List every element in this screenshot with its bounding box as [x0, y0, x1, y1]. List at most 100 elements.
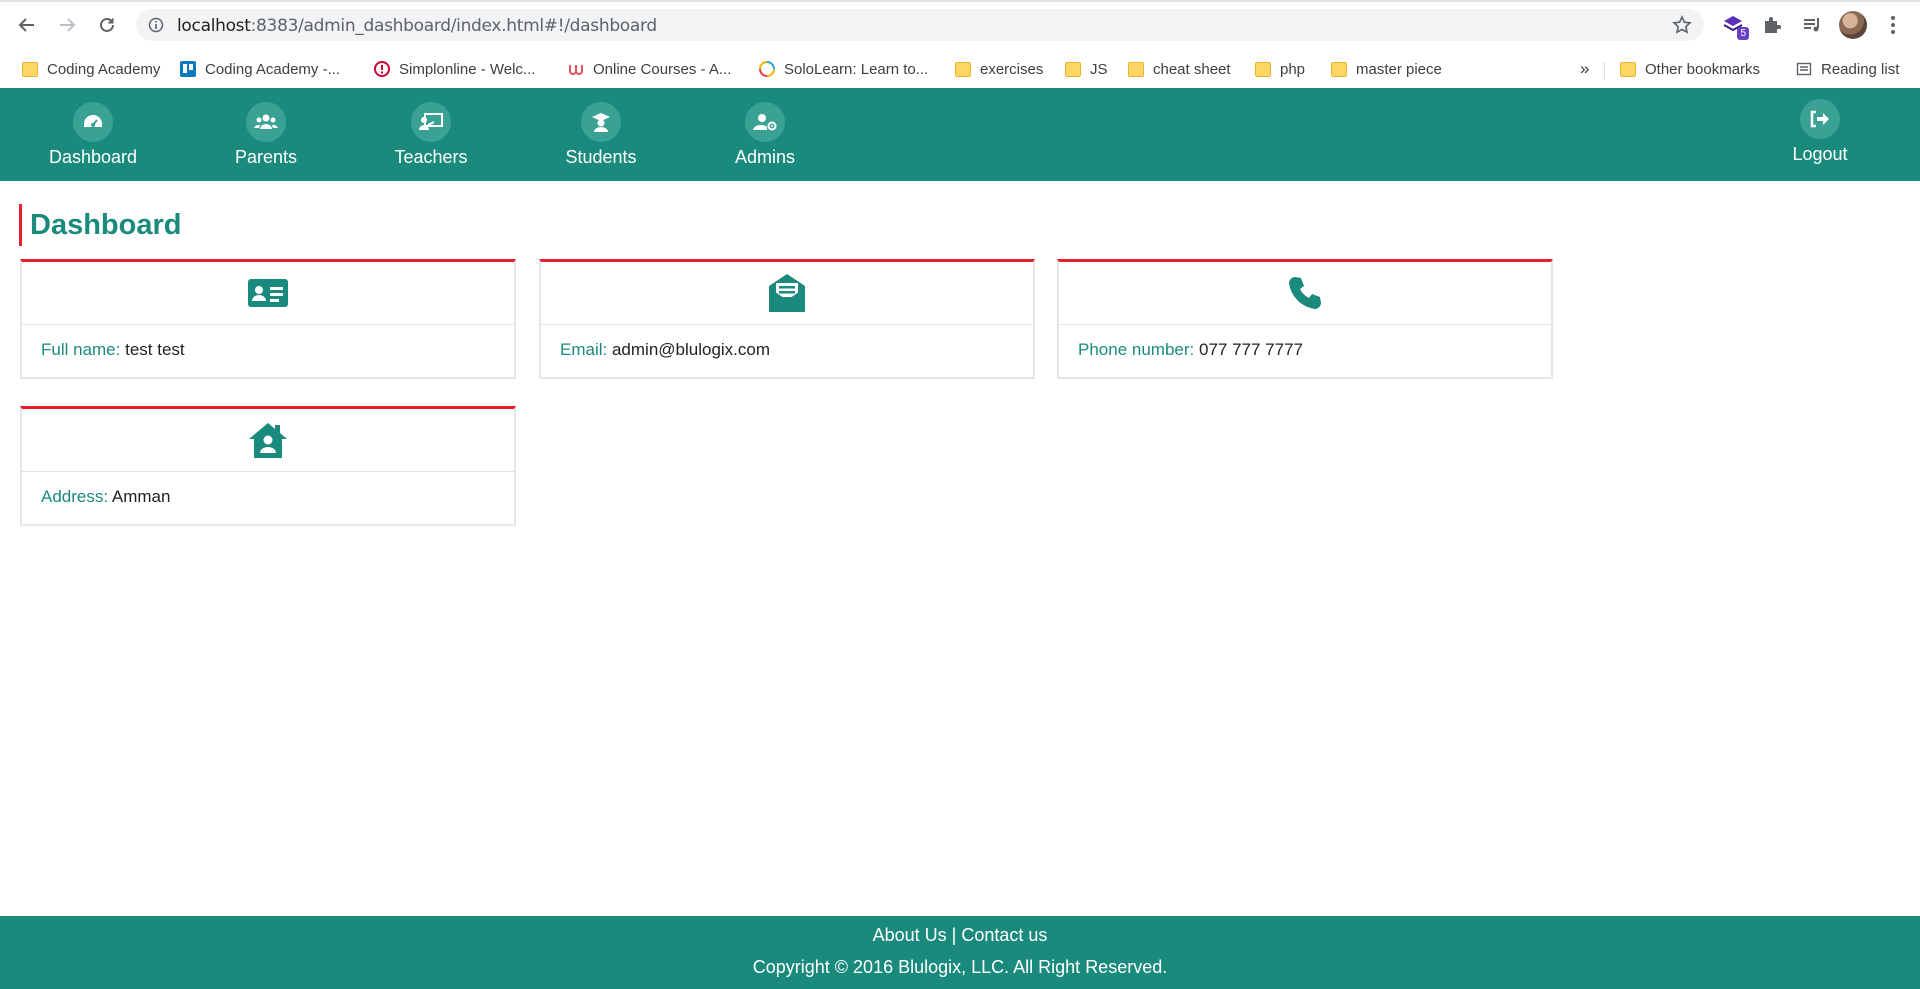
about-us-link[interactable]: About Us: [873, 925, 947, 945]
info-card-full-name: Full name: test test: [20, 259, 516, 379]
bookmark-other-bookmarks[interactable]: Other bookmarks: [1620, 58, 1760, 80]
bookmarks-overflow-button[interactable]: »: [1580, 58, 1589, 80]
bookmark-coding-academy[interactable]: Coding Academy: [22, 58, 160, 80]
bookmark-label: SoloLearn: Learn to...: [784, 60, 929, 78]
card-value: 077 777 7777: [1198, 340, 1303, 359]
page-footer: About Us | Contact us Copyright © 2016 B…: [0, 916, 1920, 989]
folder-icon: [955, 61, 971, 77]
gauge-icon: [84, 115, 102, 127]
house-user-icon: [249, 423, 287, 458]
app-navbar: Dashboard Parents Teachers Students Admi…: [0, 88, 1920, 181]
id-card-icon: [248, 279, 288, 307]
bookmark-online-courses[interactable]: Online Courses - A...: [568, 58, 731, 80]
info-card-phone: Phone number: 077 777 7777: [1057, 259, 1553, 379]
url-host: localhost: [177, 16, 251, 36]
bookmark-label: cheat sheet: [1153, 60, 1231, 78]
nav-item-students[interactable]: Students: [562, 102, 640, 168]
bookmark-label: JS: [1090, 60, 1108, 78]
nav-item-admins[interactable]: Admins: [732, 102, 798, 168]
profile-avatar[interactable]: [1839, 11, 1867, 39]
card-icon-area: [1059, 262, 1551, 325]
url-text[interactable]: localhost:8383/admin_dashboard/index.htm…: [177, 16, 657, 36]
sign-out-icon: [1810, 110, 1829, 128]
bookmark-cheat-sheet[interactable]: cheat sheet: [1128, 58, 1231, 80]
site-info-icon[interactable]: [148, 17, 164, 38]
nav-label: Teachers: [394, 147, 468, 167]
bookmark-label: Reading list: [1821, 60, 1900, 78]
contact-us-link[interactable]: Contact us: [961, 925, 1047, 945]
extension-button[interactable]: 5: [1720, 12, 1749, 40]
puzzle-icon: [1765, 17, 1781, 33]
bookmark-label: Coding Academy -...: [205, 60, 341, 78]
user-cog-icon: [753, 114, 777, 131]
kebab-menu-icon: [1891, 16, 1895, 34]
address-bar[interactable]: localhost:8383/admin_dashboard/index.htm…: [136, 9, 1704, 41]
trello-icon: [180, 61, 196, 77]
footer-separator: |: [951, 925, 957, 945]
bookmark-label: Online Courses - A...: [593, 60, 732, 78]
page-title: Dashboard: [19, 204, 181, 246]
reading-list-icon: [1796, 62, 1812, 76]
extension-badge: 5: [1737, 27, 1749, 40]
card-icon-area: [541, 262, 1033, 325]
sololearn-icon: [759, 61, 775, 77]
nav-item-dashboard[interactable]: Dashboard: [49, 102, 137, 168]
bookmark-master-piece[interactable]: master piece: [1331, 58, 1442, 80]
card-body: Email: admin@blulogix.com: [541, 325, 1033, 375]
card-key: Phone number:: [1078, 340, 1195, 359]
card-key: Email:: [560, 340, 608, 359]
bookmark-exercises[interactable]: exercises: [955, 58, 1043, 80]
info-card-address: Address: Amman: [20, 406, 516, 526]
media-control-button[interactable]: [1799, 12, 1825, 38]
bookmark-php[interactable]: php: [1255, 58, 1305, 80]
udemy-icon: [569, 65, 583, 75]
chalkboard-teacher-icon: [419, 113, 443, 130]
bookmarks-divider: [1604, 62, 1605, 80]
bookmark-label: master piece: [1356, 60, 1442, 78]
browser-menu-button[interactable]: [1880, 12, 1906, 38]
back-button[interactable]: [12, 10, 42, 40]
graduate-icon: [592, 113, 610, 132]
folder-icon: [1065, 61, 1081, 77]
bookmark-star-icon[interactable]: [1672, 15, 1692, 40]
card-body: Phone number: 077 777 7777: [1059, 325, 1551, 375]
nav-icon-circle: [246, 102, 286, 142]
nav-icon-circle: [745, 102, 785, 142]
reload-icon: [100, 17, 114, 32]
bookmark-sololearn[interactable]: SoloLearn: Learn to...: [759, 58, 928, 80]
nav-label: Students: [565, 147, 637, 167]
users-icon: [254, 114, 278, 129]
nav-icon-circle: [581, 102, 621, 142]
reading-list-button[interactable]: Reading list: [1796, 58, 1899, 80]
tab-strip-edge: [0, 0, 1920, 2]
nav-icon-circle: [411, 102, 451, 142]
playlist-icon: [1804, 18, 1819, 32]
simplon-icon: [374, 61, 390, 77]
bookmark-simplonline[interactable]: Simplonline - Welc...: [374, 58, 535, 80]
card-value: test test: [125, 340, 185, 359]
info-card-email: Email: admin@blulogix.com: [539, 259, 1035, 379]
nav-icon-circle: [73, 102, 113, 142]
bookmark-label: Coding Academy: [47, 60, 161, 78]
bookmark-js[interactable]: JS: [1065, 58, 1108, 80]
nav-label: Parents: [234, 147, 298, 167]
card-icon-area: [22, 262, 514, 325]
bookmark-coding-academy-trello[interactable]: Coding Academy -...: [180, 58, 340, 80]
bookmarks-bar: Coding Academy Coding Academy -... Simpl…: [0, 50, 1920, 88]
nav-logout[interactable]: Logout: [1787, 99, 1853, 165]
nav-icon-circle: [1800, 99, 1840, 139]
reload-button[interactable]: [92, 10, 122, 40]
footer-links: About Us | Contact us: [0, 925, 1920, 946]
overflow-chevron-icon: »: [1580, 59, 1590, 78]
bookmark-label: exercises: [980, 60, 1044, 78]
extensions-button[interactable]: [1759, 12, 1785, 38]
bookmark-label: php: [1280, 60, 1306, 78]
nav-label: Logout: [1792, 144, 1848, 164]
forward-arrow-icon: [60, 18, 76, 32]
nav-item-teachers[interactable]: Teachers: [392, 102, 470, 168]
folder-icon: [1128, 61, 1144, 77]
nav-label: Admins: [734, 147, 796, 167]
forward-button[interactable]: [52, 10, 82, 40]
envelope-open-icon: [769, 274, 805, 312]
nav-item-parents[interactable]: Parents: [231, 102, 301, 168]
